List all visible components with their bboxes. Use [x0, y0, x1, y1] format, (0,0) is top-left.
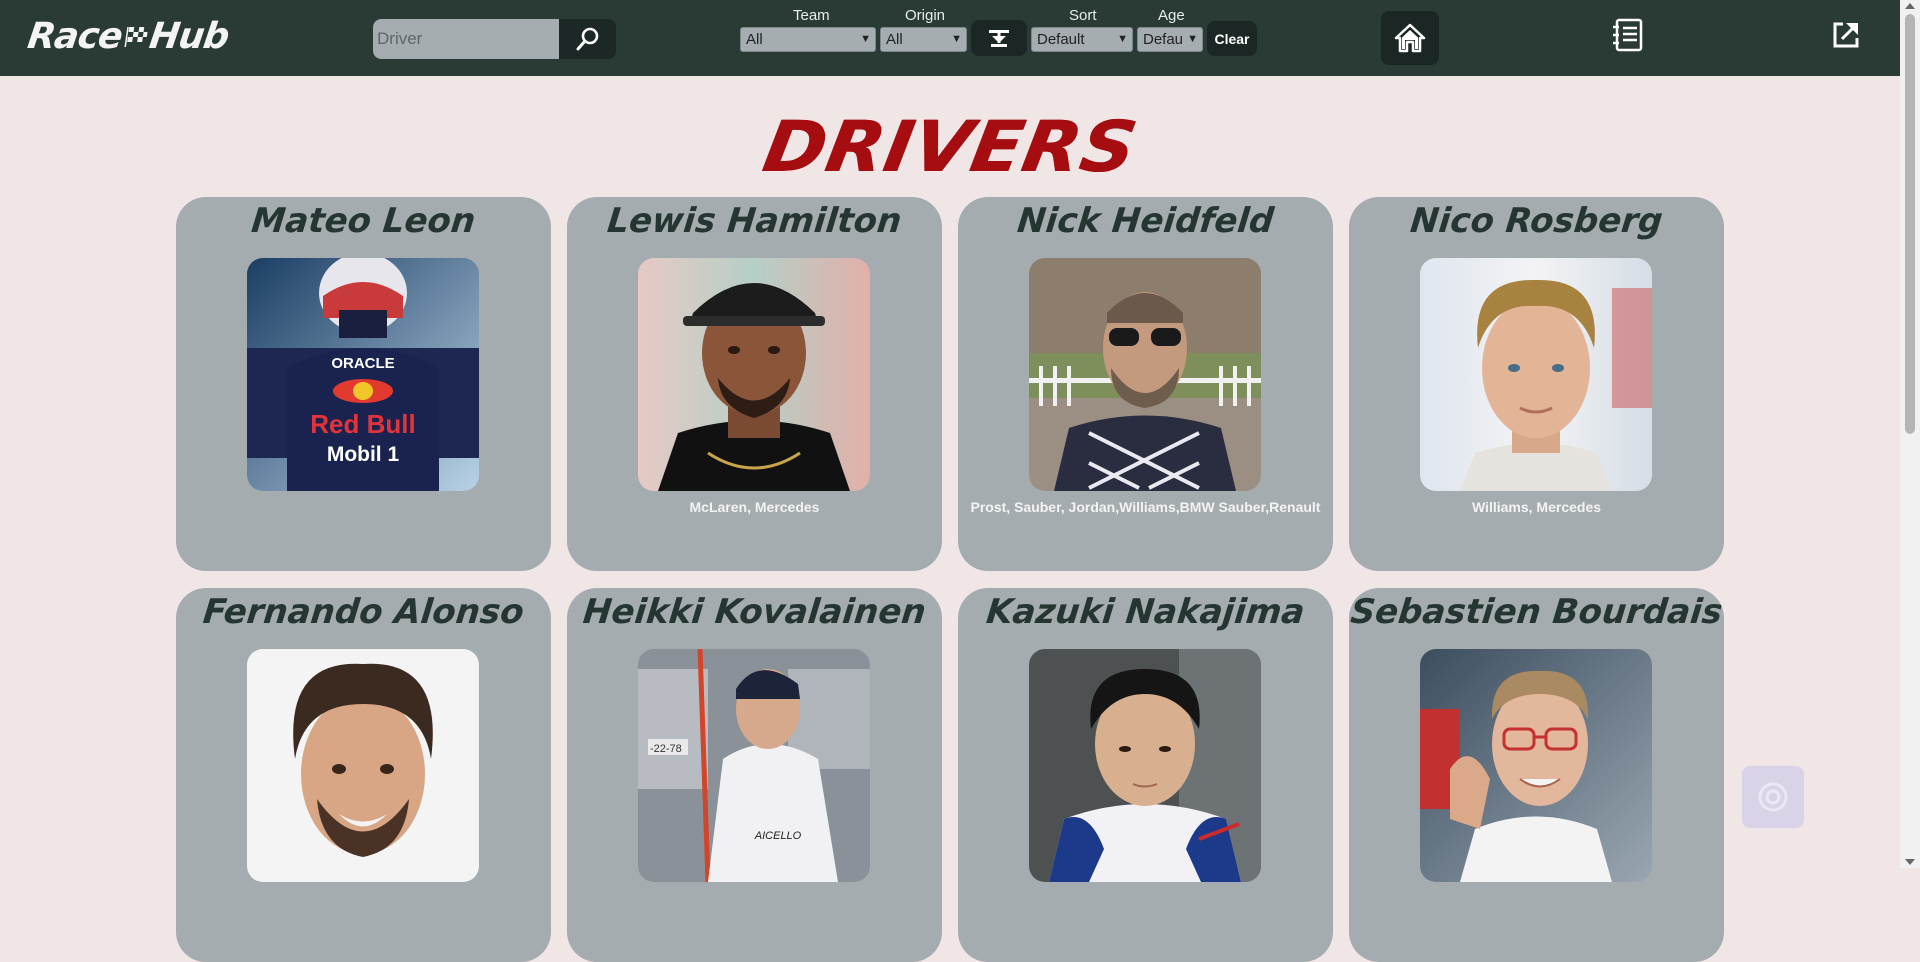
origin-filter-label: Origin: [905, 7, 946, 24]
clear-filters-button[interactable]: Clear: [1207, 21, 1257, 56]
logo-text-race: Race: [25, 15, 125, 57]
age-select[interactable]: Defau ▼: [1137, 27, 1203, 52]
driver-name: Sebastien Bourdais: [1349, 592, 1724, 632]
racehub-logo[interactable]: Race Hub: [25, 14, 231, 58]
sort-filter-label: Sort: [1069, 7, 1097, 24]
driver-card[interactable]: Nico Rosberg Williams, Mercedes: [1349, 197, 1724, 571]
driver-name: Fernando Alonso: [201, 592, 526, 632]
filter-toggle-button[interactable]: [971, 20, 1027, 56]
driver-card[interactable]: Heikki Kovalainen -22-78 AICELLO: [567, 588, 942, 962]
scroll-down-arrow-icon[interactable]: [1905, 859, 1915, 865]
swirl-icon: [1758, 782, 1788, 812]
chevron-down-icon: ▼: [860, 33, 871, 45]
team-filter-label: Team: [793, 7, 830, 24]
page-scrollbar[interactable]: [1900, 0, 1920, 868]
driver-name: Nick Heidfeld: [1015, 201, 1276, 241]
floating-assistant-button[interactable]: [1742, 766, 1804, 828]
driver-teams: Williams, Mercedes: [1471, 499, 1602, 515]
scroll-up-arrow-icon[interactable]: [1905, 3, 1915, 9]
driver-card[interactable]: Lewis Hamilton McLaren, Mercedes: [567, 197, 942, 571]
svg-text:AICELLO: AICELLO: [754, 830, 802, 842]
driver-photo: [1420, 258, 1652, 491]
home-icon: [1394, 23, 1426, 53]
driver-card[interactable]: Kazuki Nakajima: [958, 588, 1333, 962]
top-navbar: Race Hub Team All ▼ Origin All ▼: [0, 0, 1900, 76]
svg-text:Red Bull: Red Bull: [310, 409, 415, 439]
sort-select[interactable]: Default ▼: [1031, 27, 1133, 52]
driver-photo: [638, 258, 870, 491]
checkered-flag-icon: [124, 27, 148, 47]
page-title: DRIVERS: [757, 106, 1143, 188]
svg-text:ORACLE: ORACLE: [331, 355, 394, 372]
chevron-down-icon: ▼: [951, 33, 962, 45]
driver-name: Lewis Hamilton: [605, 201, 904, 241]
age-select-value: Defau: [1143, 31, 1184, 48]
document-list-icon: [1613, 18, 1643, 52]
driver-photo: ORACLE Red Bull Mobil 1: [247, 258, 479, 491]
driver-search: [373, 19, 616, 59]
driver-card[interactable]: Mateo Leon ORACLE Red Bull Mobil 1: [176, 197, 551, 571]
search-button[interactable]: [559, 19, 616, 59]
list-view-button[interactable]: [1610, 16, 1646, 54]
driver-card[interactable]: Fernando Alonso: [176, 588, 551, 962]
team-select-value: All: [746, 31, 763, 48]
chevron-down-icon: ▼: [1187, 33, 1198, 45]
origin-select-value: All: [886, 31, 903, 48]
sort-select-value: Default: [1037, 31, 1085, 48]
driver-photo: [1029, 258, 1261, 491]
scrollbar-thumb[interactable]: [1905, 14, 1915, 434]
driver-name: Nico Rosberg: [1408, 201, 1665, 241]
drivers-grid: Mateo Leon ORACLE Red Bull Mobil 1 Lewis…: [176, 197, 1724, 962]
svg-text:Mobil 1: Mobil 1: [327, 443, 400, 466]
age-filter-label: Age: [1158, 7, 1185, 24]
driver-card[interactable]: Nick Heidfeld Prost, Sauber, Jordan,Will…: [958, 197, 1333, 571]
logo-text-hub: Hub: [146, 15, 232, 57]
driver-photo: [1420, 649, 1652, 882]
driver-photo: [247, 649, 479, 882]
search-icon: [576, 27, 598, 51]
driver-photo: -22-78 AICELLO: [638, 649, 870, 882]
home-button[interactable]: [1381, 11, 1439, 65]
driver-photo: [1029, 649, 1261, 882]
origin-select[interactable]: All ▼: [880, 27, 967, 52]
driver-search-input[interactable]: [373, 19, 559, 59]
driver-name: Kazuki Nakajima: [984, 592, 1307, 632]
external-link-icon: [1833, 22, 1859, 48]
driver-name: Mateo Leon: [249, 201, 478, 241]
driver-teams: Prost, Sauber, Jordan,Williams,BMW Saube…: [970, 499, 1321, 515]
driver-card[interactable]: Sebastien Bourdais: [1349, 588, 1724, 962]
filter-sort-icon: [989, 30, 1009, 47]
external-link-button[interactable]: [1830, 19, 1862, 51]
driver-name: Heikki Kovalainen: [581, 592, 928, 632]
chevron-down-icon: ▼: [1117, 33, 1128, 45]
clear-button-label: Clear: [1214, 30, 1250, 47]
driver-teams: McLaren, Mercedes: [689, 499, 820, 515]
team-select[interactable]: All ▼: [740, 27, 876, 52]
svg-text:-22-78: -22-78: [650, 743, 682, 755]
